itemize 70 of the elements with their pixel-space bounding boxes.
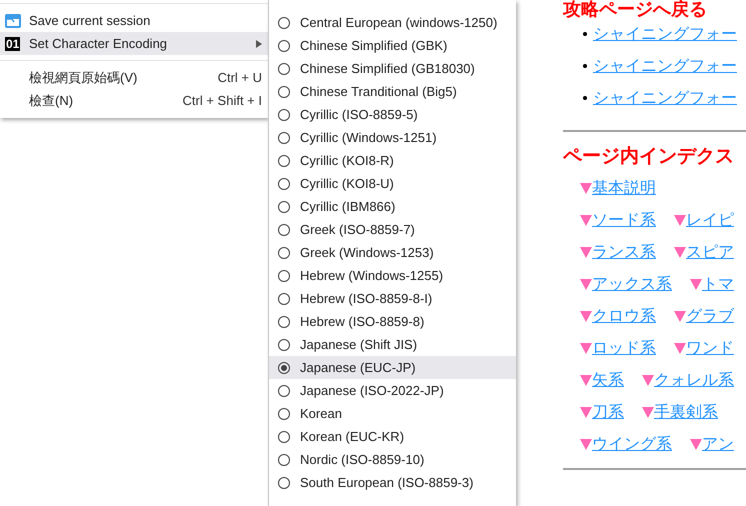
menu-item[interactable]: Cyrillic (KOI8-R)	[269, 149, 516, 172]
menu-item[interactable]: Japanese (EUC-JP)	[269, 356, 516, 379]
radio-button[interactable]	[278, 454, 290, 466]
menu-item[interactable]: Nordic (ISO-8859-10)	[269, 448, 516, 471]
radio-button[interactable]	[278, 132, 290, 144]
menu-item[interactable]: 檢查(N) Ctrl + Shift + I	[0, 89, 268, 112]
menu-item[interactable]: South European (ISO-8859-3)	[269, 471, 516, 494]
radio-button[interactable]	[278, 476, 290, 488]
radio-button[interactable]	[278, 86, 290, 98]
triangle-icon	[580, 214, 592, 226]
radio-button[interactable]	[278, 270, 290, 282]
menu-item[interactable]: Cyrillic (Windows-1251)	[269, 126, 516, 149]
radio-button[interactable]	[278, 384, 290, 396]
triangle-icon	[580, 278, 592, 290]
radio-button[interactable]	[278, 16, 290, 28]
menu-item[interactable]: Cyrillic (ISO-8859-5)	[269, 103, 516, 126]
menu-item[interactable]: Cyrillic (IBM866)	[269, 195, 516, 218]
menu-item[interactable]: Greek (Windows-1253)	[269, 241, 516, 264]
triangle-icon	[674, 246, 686, 258]
menu-item[interactable]: Japanese (ISO-2022-JP)	[269, 379, 516, 402]
menu-item[interactable]: 檢視網頁原始碼(V) Ctrl + U	[0, 66, 268, 89]
bullet-icon	[583, 64, 587, 68]
menu-item[interactable]: Save current session	[0, 9, 268, 32]
triangle-icon	[580, 374, 592, 386]
radio-button[interactable]	[278, 338, 290, 350]
menu-item[interactable]: Hebrew (Windows-1255)	[269, 264, 516, 287]
menu-item[interactable]: Korean	[269, 402, 516, 425]
menu-item[interactable]: Central European (windows-1250)	[269, 11, 516, 34]
radio-button[interactable]	[278, 62, 290, 74]
radio-button[interactable]	[278, 200, 290, 212]
menu-item[interactable]: 01 Set Character Encoding	[0, 32, 268, 55]
section-heading: ページ内インデクス	[563, 145, 735, 169]
radio-button[interactable]	[278, 40, 290, 52]
triangle-icon	[580, 342, 592, 354]
menu-item[interactable]: Chinese Simplified (GBK)	[269, 34, 516, 57]
window-icon	[5, 14, 21, 28]
triangle-icon	[580, 246, 592, 258]
triangle-icon	[642, 374, 654, 386]
radio-button[interactable]	[278, 108, 290, 120]
menu-item[interactable]: Cyrillic (KOI8-U)	[269, 172, 516, 195]
triangle-icon	[580, 438, 592, 450]
triangle-icon	[580, 182, 592, 194]
submenu-arrow-icon	[256, 40, 262, 48]
radio-button[interactable]	[278, 292, 290, 304]
triangle-icon	[642, 406, 654, 418]
menu-item[interactable]: Korean (EUC-KR)	[269, 425, 516, 448]
triangle-icon	[674, 214, 686, 226]
triangle-icon	[580, 310, 592, 322]
radio-button[interactable]	[278, 224, 290, 236]
menu-item[interactable]: Chinese Tranditional (Big5)	[269, 80, 516, 103]
radio-button[interactable]	[278, 430, 290, 442]
triangle-icon	[690, 278, 702, 290]
encoding-icon: 01	[5, 36, 20, 50]
menu-item[interactable]: Greek (ISO-8859-7)	[269, 218, 516, 241]
radio-button[interactable]	[278, 408, 290, 420]
radio-button[interactable]	[278, 246, 290, 258]
radio-button[interactable]	[278, 154, 290, 166]
triangle-icon	[580, 406, 592, 418]
triangle-icon	[674, 310, 686, 322]
radio-button[interactable]	[278, 316, 290, 328]
radio-button[interactable]	[278, 178, 290, 190]
triangle-icon	[674, 342, 686, 354]
bullet-icon	[583, 32, 587, 36]
bullet-icon	[583, 96, 587, 100]
triangle-icon	[690, 438, 702, 450]
radio-button[interactable]	[278, 362, 290, 374]
menu-item[interactable]: Japanese (Shift JIS)	[269, 333, 516, 356]
menu-item[interactable]: Hebrew (ISO-8859-8)	[269, 310, 516, 333]
menu-item[interactable]: Chinese Simplified (GB18030)	[269, 57, 516, 80]
menu-item[interactable]: Hebrew (ISO-8859-8-I)	[269, 287, 516, 310]
